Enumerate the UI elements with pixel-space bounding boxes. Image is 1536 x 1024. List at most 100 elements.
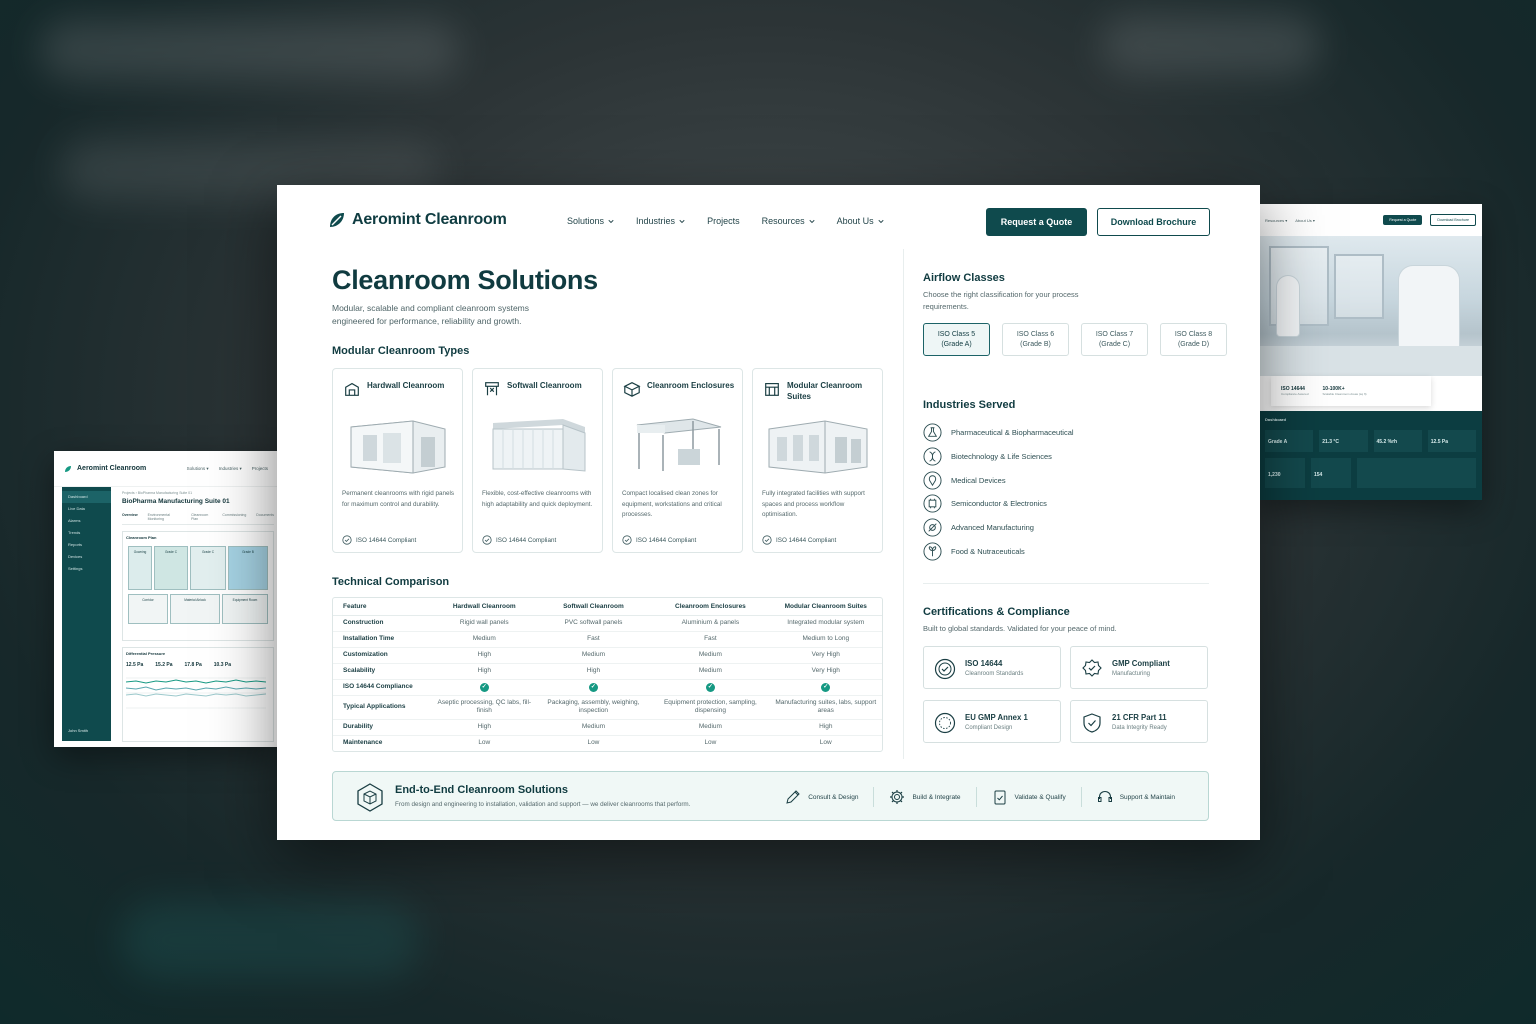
chip-icon bbox=[923, 494, 942, 513]
industry-item[interactable]: Semiconductor & Electronics bbox=[923, 492, 1074, 516]
suite-icon bbox=[765, 383, 779, 396]
preview-nav-item[interactable]: Resources ▾ bbox=[1265, 218, 1287, 223]
cert-subtitle: Manufacturing bbox=[1112, 671, 1151, 677]
room[interactable]: Grade C bbox=[190, 546, 226, 590]
row-feature: Customization bbox=[333, 647, 433, 664]
table-cell: PVC softwall panels bbox=[535, 615, 652, 632]
table-cell: Very High bbox=[769, 647, 882, 664]
certs-subtitle: Built to global standards. Validated for… bbox=[923, 624, 1117, 633]
class-option-iso7[interactable]: ISO Class 7 (Grade C) bbox=[1081, 323, 1148, 356]
sidebar-item[interactable]: Reports bbox=[62, 539, 111, 551]
count-tile: 154 bbox=[1311, 458, 1351, 488]
download-brochure-button[interactable]: Download Brochure bbox=[1097, 208, 1210, 236]
cert-21cfr[interactable]: 21 CFR Part 11 Data Integrity Ready bbox=[1070, 700, 1208, 743]
cert-subtitle: Compliant Design bbox=[965, 725, 1013, 731]
tab[interactable]: Commissioning bbox=[222, 513, 246, 521]
cert-subtitle: Cleanroom Standards bbox=[965, 671, 1024, 677]
photo-window bbox=[1334, 254, 1384, 319]
sidebar-item[interactable]: Settings bbox=[62, 563, 111, 575]
step-consult[interactable]: Consult & Design bbox=[770, 787, 873, 807]
sidebar-item[interactable]: Devices bbox=[62, 551, 111, 563]
pencil-ruler-icon bbox=[786, 790, 800, 804]
nav-solutions[interactable]: Solutions bbox=[567, 216, 614, 226]
preview-nav-item[interactable]: Projects bbox=[252, 466, 268, 472]
cert-eu-gmp[interactable]: EU GMP Annex 1 Compliant Design bbox=[923, 700, 1061, 743]
sidebar-item[interactable]: Alarms bbox=[62, 515, 111, 527]
preview-quote-button[interactable]: Request a Quote bbox=[1383, 215, 1423, 225]
step-validate[interactable]: Validate & Qualify bbox=[975, 787, 1081, 807]
tab[interactable]: Cleanroom Plan bbox=[191, 513, 212, 521]
cert-title: ISO 14644 bbox=[965, 659, 1003, 668]
nav-industries[interactable]: Industries bbox=[636, 216, 685, 226]
table-cell: High bbox=[433, 719, 536, 736]
check-circle-icon bbox=[762, 535, 772, 545]
certs-title: Certifications & Compliance bbox=[923, 606, 1070, 618]
iso-badge: ISO 14644 Compliant bbox=[342, 535, 416, 545]
gear-icon bbox=[923, 518, 942, 537]
hardwall-illustration bbox=[350, 420, 446, 474]
class-option-iso5[interactable]: ISO Class 5 (Grade A) bbox=[923, 323, 990, 356]
industries-title: Industries Served bbox=[923, 399, 1016, 411]
cert-gmp[interactable]: GMP Compliant Manufacturing bbox=[1070, 646, 1208, 689]
chevron-down-icon bbox=[679, 219, 685, 224]
check-icon: ✓ bbox=[479, 682, 489, 692]
sidebar-item[interactable]: Trends bbox=[62, 527, 111, 539]
tab[interactable]: Overview bbox=[122, 513, 138, 521]
kpi: 21.3 °C bbox=[1319, 430, 1368, 452]
check-circle-icon bbox=[342, 535, 352, 545]
room[interactable]: Grade C bbox=[154, 546, 188, 590]
cert-iso14644[interactable]: ISO 14644 Cleanroom Standards bbox=[923, 646, 1061, 689]
check-icon: ✓ bbox=[821, 682, 831, 692]
logo[interactable]: Aeromint Cleanroom bbox=[329, 211, 507, 229]
step-support[interactable]: Support & Maintain bbox=[1080, 787, 1190, 807]
table-cell: Rigid wall panels bbox=[433, 615, 536, 632]
room[interactable]: Grade B bbox=[228, 546, 268, 590]
industry-item[interactable]: Advanced Manufacturing bbox=[923, 516, 1074, 540]
airflow-title: Airflow Classes bbox=[923, 272, 1005, 284]
room[interactable]: Equipment Room bbox=[222, 594, 268, 624]
tab[interactable]: Documents bbox=[256, 513, 274, 521]
class-option-iso6[interactable]: ISO Class 6 (Grade B) bbox=[1002, 323, 1069, 356]
type-description: Compact localised clean zones for equipm… bbox=[622, 490, 722, 518]
tab[interactable]: Environmental Monitoring bbox=[148, 513, 182, 521]
hero-preview-card: Resources ▾ About Us ▾ Request a Quote D… bbox=[1259, 204, 1482, 500]
nav-about[interactable]: About Us bbox=[837, 216, 884, 226]
type-card-suites[interactable]: Modular Cleanroom Suites Fully integrate… bbox=[752, 368, 883, 553]
type-card-enclosures[interactable]: Cleanroom Enclosures Compact localised c… bbox=[612, 368, 743, 553]
kpi: 45.2 %rh bbox=[1373, 430, 1422, 452]
sidebar-item[interactable]: Live Data bbox=[62, 503, 111, 515]
cert-title: EU GMP Annex 1 bbox=[965, 713, 1028, 722]
room[interactable]: Material Airlock bbox=[170, 594, 220, 624]
industry-item[interactable]: Food & Nutraceuticals bbox=[923, 539, 1074, 563]
nav-resources[interactable]: Resources bbox=[762, 216, 815, 226]
row-feature: Construction bbox=[333, 615, 433, 632]
eu-stars-icon bbox=[934, 712, 956, 734]
room[interactable]: Gowning bbox=[128, 546, 152, 590]
class-option-iso8[interactable]: ISO Class 8 (Grade D) bbox=[1160, 323, 1227, 356]
column-header: Feature bbox=[333, 598, 433, 616]
step-build[interactable]: Build & Integrate bbox=[873, 787, 975, 807]
service-steps: Consult & Design Build & Integrate Valid… bbox=[770, 787, 1190, 807]
table-cell: Low bbox=[704, 739, 717, 747]
bg-blur bbox=[1100, 15, 1320, 75]
industry-item[interactable]: Medical Devices bbox=[923, 468, 1074, 492]
nav-projects[interactable]: Projects bbox=[707, 216, 740, 226]
user-name[interactable]: John Smith bbox=[68, 728, 88, 733]
type-card-softwall[interactable]: Softwall Cleanroom Flexible, cost-effect… bbox=[472, 368, 603, 553]
softwall-icon bbox=[485, 382, 499, 396]
industry-item[interactable]: Pharmaceutical & Biopharmaceutical bbox=[923, 421, 1074, 445]
industry-item[interactable]: Biotechnology & Life Sciences bbox=[923, 445, 1074, 469]
types-title: Modular Cleanroom Types bbox=[332, 345, 470, 357]
preview-nav-item[interactable]: Industries ▾ bbox=[219, 466, 242, 472]
sidebar-item[interactable]: Dashboard bbox=[62, 491, 111, 503]
preview-brochure-button[interactable]: Download Brochure bbox=[1430, 214, 1476, 226]
preview-nav-item[interactable]: Solutions ▾ bbox=[187, 466, 209, 472]
type-card-hardwall[interactable]: Hardwall Cleanroom Permanent cleanrooms … bbox=[332, 368, 463, 553]
table-row: ISO 14644 Compliance ✓ ✓ ✓ ✓ bbox=[333, 679, 882, 696]
room[interactable]: Corridor bbox=[128, 594, 168, 624]
request-quote-button[interactable]: Request a Quote bbox=[986, 208, 1087, 236]
preview-nav-item[interactable]: About Us ▾ bbox=[1295, 218, 1315, 223]
dashboard-strip: Dashboard Grade A 21.3 °C 45.2 %rh 12.5 … bbox=[1259, 411, 1482, 500]
chevron-down-icon bbox=[878, 219, 884, 224]
badge-check-icon bbox=[934, 658, 956, 680]
